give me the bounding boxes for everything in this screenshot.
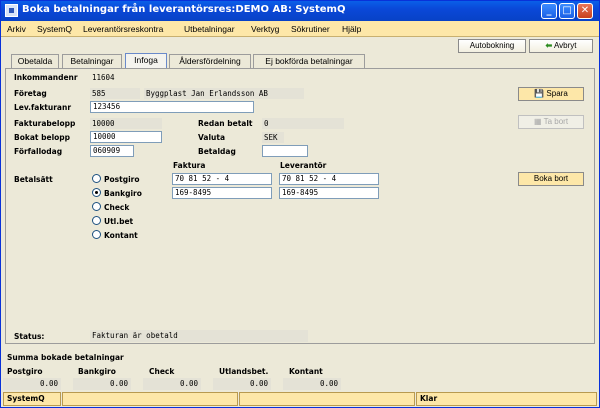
minimize-button[interactable]: _ xyxy=(541,3,557,19)
fakturabelopp-value: 10000 xyxy=(90,118,162,129)
title-bar[interactable]: Boka betalningar från leverantörsres:DEM… xyxy=(1,1,599,21)
statusbar-app: SystemQ xyxy=(3,392,61,406)
utlbet-radio-label: Utl.bet xyxy=(104,217,134,226)
back-arrow-icon: ⬅ xyxy=(545,41,553,50)
menu-verktyg[interactable]: Verktyg xyxy=(251,24,279,34)
redan-betalt-value: 0 xyxy=(262,118,344,129)
foretag-namn-value: Byggplast Jan Erlandsson AB xyxy=(144,88,304,99)
check-radio-label: Check xyxy=(104,203,130,212)
ta-bort-button[interactable]: ▦ Ta bort xyxy=(518,115,584,129)
betalsatt-label: Betalsätt xyxy=(14,175,53,184)
statusbar-state: Klar xyxy=(416,392,597,406)
redan-betalt-label: Redan betalt xyxy=(198,119,253,128)
faktura-bankgiro-field[interactable]: 169-8495 xyxy=(172,187,272,199)
kontant-radio[interactable] xyxy=(92,230,101,239)
avbryt-button[interactable]: ⬅ Avbryt xyxy=(529,39,593,53)
summary-utlandsbet-value: 0.00 xyxy=(213,378,271,390)
leverantor-bankgiro-field[interactable]: 169-8495 xyxy=(279,187,379,199)
postgiro-radio[interactable] xyxy=(92,174,101,183)
menu-arkiv[interactable]: Arkiv xyxy=(7,24,26,34)
status-label: Status: xyxy=(14,332,45,341)
statusbar-pane-2 xyxy=(239,392,415,406)
tab-aldersfordelning[interactable]: Åldersfördelning xyxy=(169,54,251,68)
save-icon: 💾 xyxy=(534,89,545,98)
spara-button[interactable]: 💾 Spara xyxy=(518,87,584,101)
status-bar: SystemQ Klar xyxy=(1,392,599,407)
tab-ej-bokforda-betalningar[interactable]: Ej bokförda betalningar xyxy=(253,54,365,68)
check-radio[interactable] xyxy=(92,202,101,211)
faktura-label: Faktura xyxy=(173,161,206,170)
maximize-button[interactable]: □ xyxy=(559,3,575,19)
summary-title: Summa bokade betalningar xyxy=(7,353,124,362)
menu-utbetalningar[interactable]: Utbetalningar xyxy=(184,24,235,34)
valuta-value: SEK xyxy=(262,132,284,143)
valuta-label: Valuta xyxy=(198,133,226,142)
bankgiro-radio[interactable] xyxy=(92,188,101,197)
status-value: Fakturan är obetald xyxy=(90,330,308,342)
boka-bort-button[interactable]: Boka bort xyxy=(518,172,584,186)
summary-kontant-label: Kontant xyxy=(289,367,323,376)
forfallodag-field[interactable]: 060909 xyxy=(90,145,134,157)
foretag-nr-value: 585 xyxy=(90,88,140,99)
close-button[interactable]: ✕ xyxy=(577,3,593,19)
fakturabelopp-label: Fakturabelopp xyxy=(14,119,76,128)
menu-leverantorsreskontra[interactable]: Leverantörsreskontra xyxy=(83,24,163,34)
minimize-icon: _ xyxy=(546,5,552,16)
menu-systemq[interactable]: SystemQ xyxy=(37,24,72,34)
tab-obetalda[interactable]: Obetalda xyxy=(11,54,59,68)
summary-kontant-value: 0.00 xyxy=(283,378,341,390)
utlbet-radio[interactable] xyxy=(92,216,101,225)
infoga-panel: Inkommandenr 11604 Företag 585 Byggplast… xyxy=(5,68,595,344)
app-icon xyxy=(5,4,18,17)
forfallodag-label: Förfallodag xyxy=(14,147,63,156)
statusbar-pane-1 xyxy=(62,392,238,406)
spara-label: Spara xyxy=(546,89,568,98)
summary-utlandsbet-label: Utlandsbet. xyxy=(219,367,269,376)
tab-betalningar[interactable]: Betalningar xyxy=(62,54,122,68)
inkommandenr-value: 11604 xyxy=(92,73,115,82)
ta-bort-label: Ta bort xyxy=(543,117,569,126)
application-window: Boka betalningar från leverantörsres:DEM… xyxy=(0,0,600,408)
betaldag-field[interactable] xyxy=(262,145,308,157)
betaldag-label: Betaldag xyxy=(198,147,236,156)
avbryt-label: Avbryt xyxy=(553,41,577,50)
summary-check-value: 0.00 xyxy=(143,378,201,390)
menu-bar: Arkiv SystemQ Leverantörsreskontra Utbet… xyxy=(1,21,599,37)
summary-postgiro-value: 0.00 xyxy=(3,378,61,390)
leverantor-label: Leverantör xyxy=(280,161,327,170)
bankgiro-radio-label: Bankgiro xyxy=(104,189,142,198)
summary-check-label: Check xyxy=(149,367,175,376)
bokat-belopp-field[interactable]: 10000 xyxy=(90,131,162,143)
kontant-radio-label: Kontant xyxy=(104,231,138,240)
delete-icon: ▦ xyxy=(533,117,542,126)
inkommandenr-label: Inkommandenr xyxy=(14,73,78,82)
bokat-belopp-label: Bokat belopp xyxy=(14,133,71,142)
window-title: Boka betalningar från leverantörsres:DEM… xyxy=(22,4,346,15)
levfakturanr-label: Lev.fakturanr xyxy=(14,103,72,112)
levfakturanr-field[interactable]: 123456 xyxy=(90,101,254,113)
maximize-icon: □ xyxy=(562,5,572,16)
menu-hjalp[interactable]: Hjälp xyxy=(342,24,361,34)
menu-sokrutiner[interactable]: Sökrutiner xyxy=(291,24,330,34)
foretag-label: Företag xyxy=(14,89,47,98)
summary-bankgiro-value: 0.00 xyxy=(73,378,131,390)
summary-bankgiro-label: Bankgiro xyxy=(78,367,116,376)
postgiro-radio-label: Postgiro xyxy=(104,175,140,184)
tab-infoga[interactable]: Infoga xyxy=(125,53,167,69)
leverantor-postgiro-field[interactable]: 70 81 52 - 4 xyxy=(279,173,379,185)
faktura-postgiro-field[interactable]: 70 81 52 - 4 xyxy=(172,173,272,185)
close-icon: ✕ xyxy=(580,5,590,16)
summary-postgiro-label: Postgiro xyxy=(7,367,43,376)
autobokning-button[interactable]: Autobokning xyxy=(458,39,526,53)
